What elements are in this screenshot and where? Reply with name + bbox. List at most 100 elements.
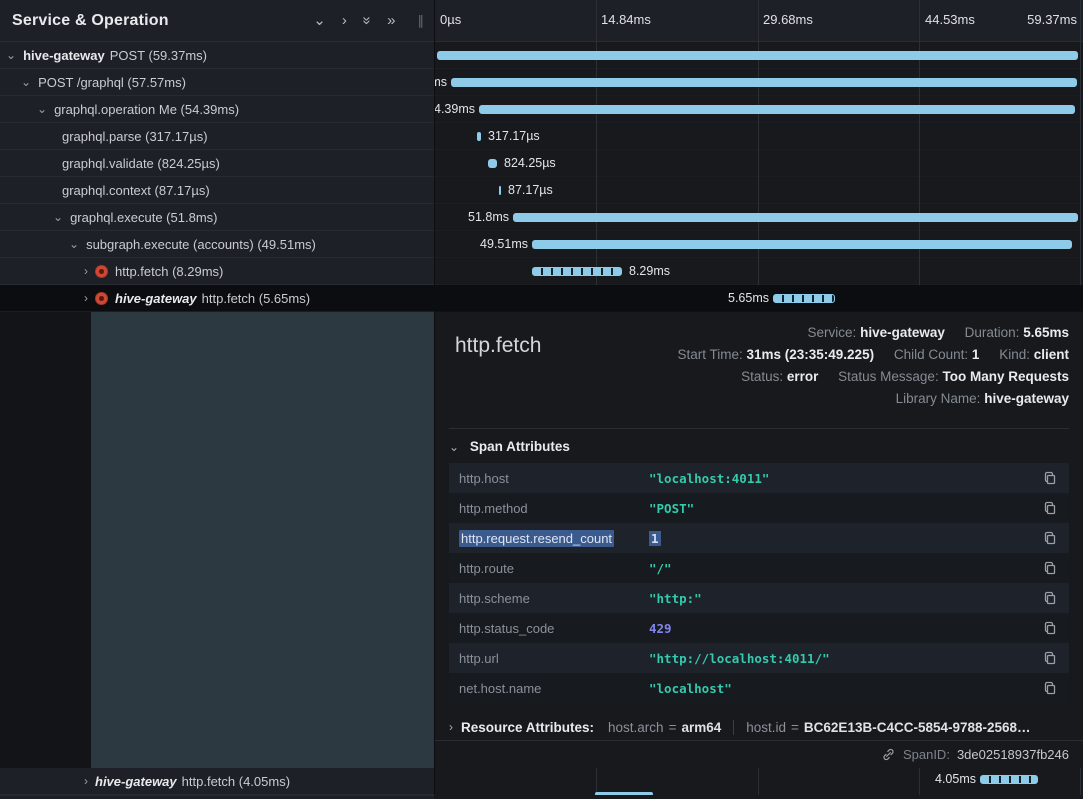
attr-value: "POST" bbox=[649, 501, 1041, 516]
expanded-row-tint bbox=[91, 312, 434, 768]
service-name: hive-gateway bbox=[115, 291, 197, 306]
caret-down-icon[interactable]: ⌄ bbox=[6, 48, 16, 62]
timeline-row bbox=[435, 42, 1083, 69]
ruler-tick: 14.84ms bbox=[601, 12, 651, 27]
copy-icon[interactable] bbox=[1041, 499, 1059, 517]
caret-right-icon[interactable]: › bbox=[84, 291, 88, 305]
caret-right-icon[interactable]: › bbox=[84, 774, 88, 788]
attr-key: http.host bbox=[459, 471, 649, 486]
column-resize-handle[interactable]: ∥ bbox=[418, 13, 425, 29]
expand-all-icon[interactable]: » bbox=[387, 13, 395, 28]
span-meta: Service: hive-gateway Duration: 5.65ms S… bbox=[677, 322, 1069, 410]
timeline-row: 57.57ms bbox=[435, 69, 1083, 96]
tree-row[interactable]: ⌄ graphql.execute (51.8ms) bbox=[0, 204, 434, 231]
span-bar[interactable] bbox=[499, 186, 501, 195]
next-row-partial bbox=[0, 795, 434, 799]
span-bar[interactable] bbox=[451, 78, 1077, 87]
timeline-row: 4.05ms bbox=[435, 768, 1083, 791]
tree-row-root[interactable]: ⌄ hive-gateway POST (59.37ms) bbox=[0, 42, 434, 69]
resource-attributes-title[interactable]: Resource Attributes: bbox=[461, 720, 594, 735]
span-bar[interactable] bbox=[773, 294, 835, 303]
duration-label: 317.17µs bbox=[488, 129, 540, 143]
duration-label: 54.39ms bbox=[435, 102, 475, 116]
tree-row[interactable]: graphql.context (87.17µs) bbox=[0, 177, 434, 204]
span-label: http.fetch (4.05ms) bbox=[182, 774, 290, 789]
timeline-row: 51.8ms bbox=[435, 204, 1083, 231]
attr-key: http.scheme bbox=[459, 591, 649, 606]
timeline-row: 87.17µs bbox=[435, 177, 1083, 204]
span-bar[interactable] bbox=[980, 775, 1038, 784]
timeline-row: 824.25µs bbox=[435, 150, 1083, 177]
caret-down-icon[interactable]: ⌄ bbox=[37, 102, 47, 116]
meta-line-1: Service: hive-gateway Duration: 5.65ms bbox=[677, 322, 1069, 344]
duration-value: 5.65ms bbox=[1023, 325, 1069, 340]
status-label: Status: bbox=[741, 369, 783, 384]
tree-row[interactable]: ⌄ POST /graphql (57.57ms) bbox=[0, 69, 434, 96]
meta-line-4: Library Name: hive-gateway bbox=[677, 388, 1069, 410]
status-value: error bbox=[787, 369, 819, 384]
meta-line-2: Start Time: 31ms (23:35:49.225) Child Co… bbox=[677, 344, 1069, 366]
span-bar[interactable] bbox=[437, 51, 1078, 60]
collapse-all-icon[interactable]: » bbox=[359, 16, 374, 24]
tree-row[interactable]: graphql.validate (824.25µs) bbox=[0, 150, 434, 177]
timeline-row: 54.39ms bbox=[435, 96, 1083, 123]
copy-icon[interactable] bbox=[1041, 589, 1059, 607]
caret-down-icon[interactable]: ⌄ bbox=[21, 75, 31, 89]
duration-label: 8.29ms bbox=[629, 264, 670, 278]
span-bar[interactable] bbox=[513, 213, 1078, 222]
tree-row[interactable]: graphql.parse (317.17µs) bbox=[0, 123, 434, 150]
tree-row[interactable]: › http.fetch (8.29ms) bbox=[0, 258, 434, 285]
span-label: graphql.parse (317.17µs) bbox=[62, 129, 208, 144]
caret-down-icon[interactable]: ⌄ bbox=[69, 237, 79, 251]
trace-viewer: Service & Operation ⌄ › » » ∥ ⌄ hive-gat… bbox=[0, 0, 1083, 795]
attr-key: http.status_code bbox=[459, 621, 649, 636]
attr-row: net.host.name "localhost" bbox=[449, 673, 1069, 703]
attr-value: "/" bbox=[649, 561, 1041, 576]
copy-icon[interactable] bbox=[1041, 679, 1059, 697]
span-id-row: SpanID: 3de02518937fb246 bbox=[435, 740, 1083, 768]
caret-down-icon[interactable]: ⌄ bbox=[53, 210, 63, 224]
link-icon[interactable] bbox=[881, 747, 896, 762]
attr-key: http.url bbox=[459, 651, 649, 666]
expand-one-icon[interactable]: › bbox=[342, 13, 347, 28]
attr-value: "localhost:4011" bbox=[649, 471, 1041, 486]
divider bbox=[449, 428, 1069, 429]
collapse-one-icon[interactable]: ⌄ bbox=[313, 13, 326, 28]
span-bar[interactable] bbox=[532, 240, 1072, 249]
copy-icon[interactable] bbox=[1041, 619, 1059, 637]
timeline-row: 8.29ms bbox=[435, 258, 1083, 285]
attr-row: http.method "POST" bbox=[449, 493, 1069, 523]
span-bar[interactable] bbox=[488, 159, 497, 168]
copy-icon[interactable] bbox=[1041, 529, 1059, 547]
attr-key: http.request.resend_count bbox=[459, 531, 649, 546]
span-detail-title: http.fetch bbox=[455, 334, 541, 358]
copy-icon[interactable] bbox=[1041, 559, 1059, 577]
time-ruler bbox=[435, 0, 1083, 42]
span-label: subgraph.execute (accounts) (49.51ms) bbox=[86, 237, 316, 252]
status-message-value: Too Many Requests bbox=[942, 369, 1069, 384]
copy-icon[interactable] bbox=[1041, 469, 1059, 487]
attr-row: http.url "http://localhost:4011/" bbox=[449, 643, 1069, 673]
span-attributes-header[interactable]: ⌄ Span Attributes bbox=[449, 439, 570, 454]
caret-right-icon[interactable]: › bbox=[84, 264, 88, 278]
resource-key: host.id bbox=[746, 720, 786, 735]
span-bar[interactable] bbox=[477, 132, 481, 141]
library-name-value: hive-gateway bbox=[984, 391, 1069, 406]
copy-icon[interactable] bbox=[1041, 649, 1059, 667]
error-status-icon bbox=[95, 292, 108, 305]
span-bar[interactable] bbox=[532, 267, 622, 276]
status-message-label: Status Message: bbox=[838, 369, 939, 384]
duration-label: 51.8ms bbox=[468, 210, 509, 224]
ruler-tick: 0µs bbox=[440, 12, 461, 27]
resource-value: arm64 bbox=[681, 720, 721, 735]
duration-label: 87.17µs bbox=[508, 183, 553, 197]
tree-row[interactable]: › hive-gateway http.fetch (4.05ms) bbox=[0, 768, 434, 795]
tree-row[interactable]: ⌄ subgraph.execute (accounts) (49.51ms) bbox=[0, 231, 434, 258]
attr-row-selected: http.request.resend_count 1 bbox=[449, 523, 1069, 553]
tree-row[interactable]: ⌄ graphql.operation Me (54.39ms) bbox=[0, 96, 434, 123]
meta-line-3: Status: error Status Message: Too Many R… bbox=[677, 366, 1069, 388]
tree-row-selected[interactable]: › hive-gateway http.fetch (5.65ms) bbox=[0, 285, 434, 312]
span-label: graphql.context (87.17µs) bbox=[62, 183, 210, 198]
span-bar[interactable] bbox=[479, 105, 1075, 114]
duration-label: Duration: bbox=[965, 325, 1020, 340]
